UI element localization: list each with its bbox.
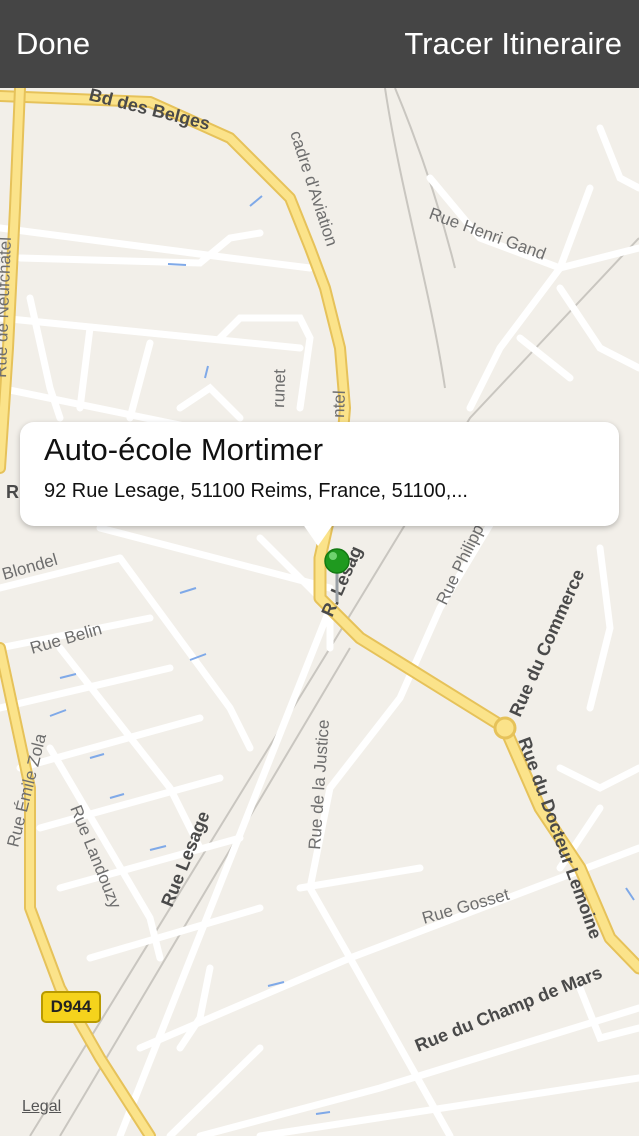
- road-shield-d944: D944: [41, 991, 101, 1023]
- location-callout[interactable]: Auto-école Mortimer 92 Rue Lesage, 51100…: [20, 422, 619, 526]
- callout-address: 92 Rue Lesage, 51100 Reims, France, 5110…: [44, 480, 468, 502]
- callout-title: Auto-école Mortimer: [44, 432, 324, 467]
- navigation-bar: Done Tracer Itineraire: [0, 0, 639, 88]
- label-r-fragment: R: [6, 482, 19, 502]
- legal-link[interactable]: Legal: [22, 1098, 61, 1116]
- map-view[interactable]: Bd des Belges cadre d'Aviation Rue Henri…: [0, 88, 639, 1136]
- done-button[interactable]: Done: [16, 24, 90, 64]
- label-ntel: ntel: [329, 390, 349, 418]
- callout-pointer: [300, 520, 336, 546]
- trace-route-button[interactable]: Tracer Itineraire: [404, 24, 622, 64]
- label-brunet: runet: [269, 368, 289, 408]
